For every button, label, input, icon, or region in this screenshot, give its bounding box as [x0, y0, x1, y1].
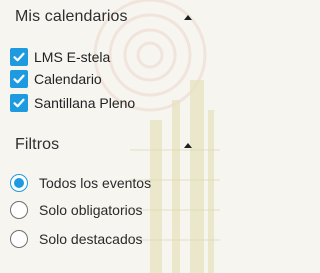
radio-unselected[interactable] — [10, 230, 28, 248]
radio-dot-icon — [14, 178, 24, 188]
calendars-section-header[interactable]: Mis calendarios — [15, 8, 192, 26]
filter-option-label: Solo destacados — [39, 231, 143, 247]
filter-option-destacados[interactable]: Solo destacados — [10, 230, 143, 248]
check-icon — [13, 74, 25, 84]
checkbox-checked[interactable] — [10, 94, 28, 112]
calendar-item-label: LMS E-stela — [34, 49, 111, 65]
checkbox-checked[interactable] — [10, 70, 28, 88]
calendar-item-santillana-pleno[interactable]: Santillana Pleno — [10, 94, 135, 112]
check-icon — [13, 52, 25, 62]
check-icon — [13, 98, 25, 108]
radio-selected[interactable] — [10, 174, 28, 192]
calendar-item-label: Calendario — [34, 71, 102, 87]
caret-up-icon[interactable] — [184, 142, 192, 148]
filter-option-label: Todos los eventos — [39, 175, 152, 191]
checkbox-checked[interactable] — [10, 48, 28, 66]
calendar-item-label: Santillana Pleno — [34, 95, 136, 111]
filters-section-title: Filtros — [15, 136, 60, 153]
filter-option-obligatorios[interactable]: Solo obligatorios — [10, 201, 143, 219]
filters-section-header[interactable]: Filtros — [15, 136, 192, 154]
calendar-item-calendario[interactable]: Calendario — [10, 70, 102, 88]
radio-unselected[interactable] — [10, 201, 28, 219]
filter-option-todos[interactable]: Todos los eventos — [10, 174, 151, 192]
filter-option-label: Solo obligatorios — [39, 202, 143, 218]
calendar-item-lms-estela[interactable]: LMS E-stela — [10, 48, 110, 66]
calendars-section-title: Mis calendarios — [15, 8, 128, 25]
caret-up-icon[interactable] — [184, 14, 192, 20]
calendar-sidebar-panel: Mis calendarios LMS E-stela Calendario S… — [0, 0, 220, 273]
